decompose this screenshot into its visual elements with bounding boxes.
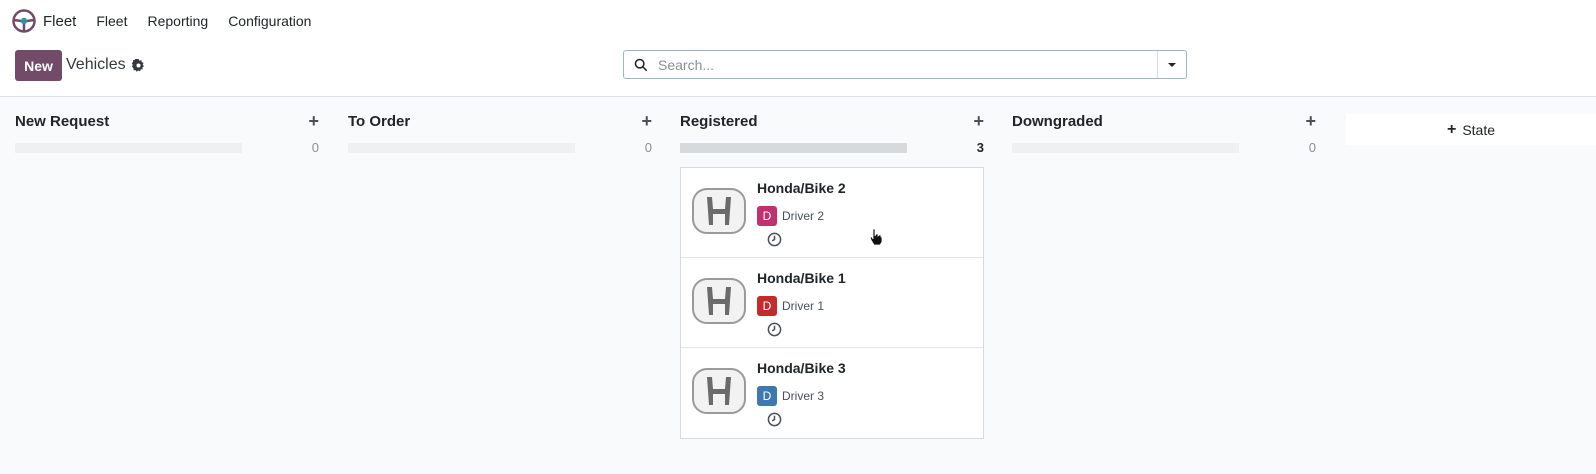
steering-wheel-icon: [12, 9, 36, 33]
column-count: 0: [311, 140, 319, 155]
kanban-column-new-request: New Request + 0: [15, 97, 319, 474]
driver-name: Driver 2: [782, 209, 825, 223]
column-header: Downgraded +: [1012, 112, 1316, 133]
plus-icon[interactable]: +: [308, 112, 319, 130]
column-count: 3: [976, 140, 984, 155]
honda-logo-icon: [692, 278, 746, 324]
driver-info: D Driver 1: [757, 296, 824, 316]
column-header: To Order +: [348, 112, 652, 133]
clock-icon[interactable]: [767, 412, 782, 427]
driver-name: Driver 3: [782, 389, 825, 403]
search-icon: [634, 58, 648, 71]
breadcrumb: Vehicles: [66, 56, 145, 74]
driver-info: D Driver 3: [757, 386, 824, 406]
honda-logo-icon: [692, 368, 746, 414]
breadcrumb-vehicles: Vehicles: [66, 56, 126, 73]
column-title[interactable]: Registered: [680, 113, 758, 130]
gear-icon[interactable]: [131, 58, 145, 72]
nav-reporting[interactable]: Reporting: [147, 13, 208, 29]
honda-logo-icon: [692, 188, 746, 234]
vehicle-title: Honda/Bike 1: [757, 270, 846, 286]
vehicle-title: Honda/Bike 2: [757, 180, 846, 196]
avatar[interactable]: D: [757, 386, 777, 406]
column-title[interactable]: New Request: [15, 113, 109, 130]
column-header: New Request +: [15, 112, 319, 133]
column-title[interactable]: To Order: [348, 113, 410, 130]
app-name: Fleet: [43, 12, 77, 30]
kanban-column-to-order: To Order + 0: [348, 97, 652, 474]
vehicle-card[interactable]: Honda/Bike 1 D Driver 1: [681, 258, 983, 348]
clock-icon[interactable]: [767, 322, 782, 337]
column-count: 0: [644, 140, 652, 155]
app-brand[interactable]: Fleet: [12, 9, 76, 33]
driver-name: Driver 1: [782, 299, 825, 313]
search-options-toggle[interactable]: [1157, 51, 1186, 78]
avatar[interactable]: D: [757, 206, 777, 226]
clock-icon[interactable]: [767, 232, 782, 247]
control-panel: New Vehicles: [0, 42, 1596, 96]
column-progress-bar[interactable]: [680, 143, 907, 153]
kanban-view: New Request + 0 To Order + 0 Registered …: [0, 96, 1596, 474]
kanban-column-downgraded: Downgraded + 0: [1012, 97, 1316, 474]
driver-info: D Driver 2: [757, 206, 824, 226]
vehicle-card[interactable]: Honda/Bike 3 D Driver 3: [681, 348, 983, 438]
column-header: Registered +: [680, 112, 984, 133]
top-navbar: Fleet Fleet Reporting Configuration: [0, 0, 1596, 42]
plus-icon[interactable]: +: [1305, 112, 1316, 130]
search-bar: [623, 50, 1187, 79]
card-list: Honda/Bike 2 D Driver 2 Honda/Bike 1 D D…: [680, 167, 984, 439]
plus-icon: +: [1446, 120, 1457, 138]
column-title[interactable]: Downgraded: [1012, 113, 1103, 130]
vehicle-title: Honda/Bike 3: [757, 360, 846, 376]
avatar[interactable]: D: [757, 296, 777, 316]
add-state-label: State: [1462, 121, 1496, 138]
column-progress-bar[interactable]: [1012, 143, 1239, 153]
vehicle-card[interactable]: Honda/Bike 2 D Driver 2: [681, 168, 983, 258]
nav-fleet[interactable]: Fleet: [96, 13, 127, 29]
plus-icon[interactable]: +: [973, 112, 984, 130]
column-progress-bar[interactable]: [348, 143, 575, 153]
column-progress-bar[interactable]: [15, 143, 242, 153]
new-button[interactable]: New: [15, 50, 62, 81]
add-state-button[interactable]: + State: [1346, 114, 1596, 145]
search-input[interactable]: [656, 55, 1150, 74]
hand-pointer-cursor-icon: [869, 228, 883, 246]
column-count: 0: [1308, 140, 1316, 155]
nav-configuration[interactable]: Configuration: [228, 13, 311, 29]
plus-icon[interactable]: +: [641, 112, 652, 130]
progress-fill: [680, 143, 907, 153]
caret-down-icon: [1168, 62, 1176, 67]
kanban-column-registered: Registered + 3 Honda/Bike 2 D Driver 2 H…: [680, 97, 984, 474]
